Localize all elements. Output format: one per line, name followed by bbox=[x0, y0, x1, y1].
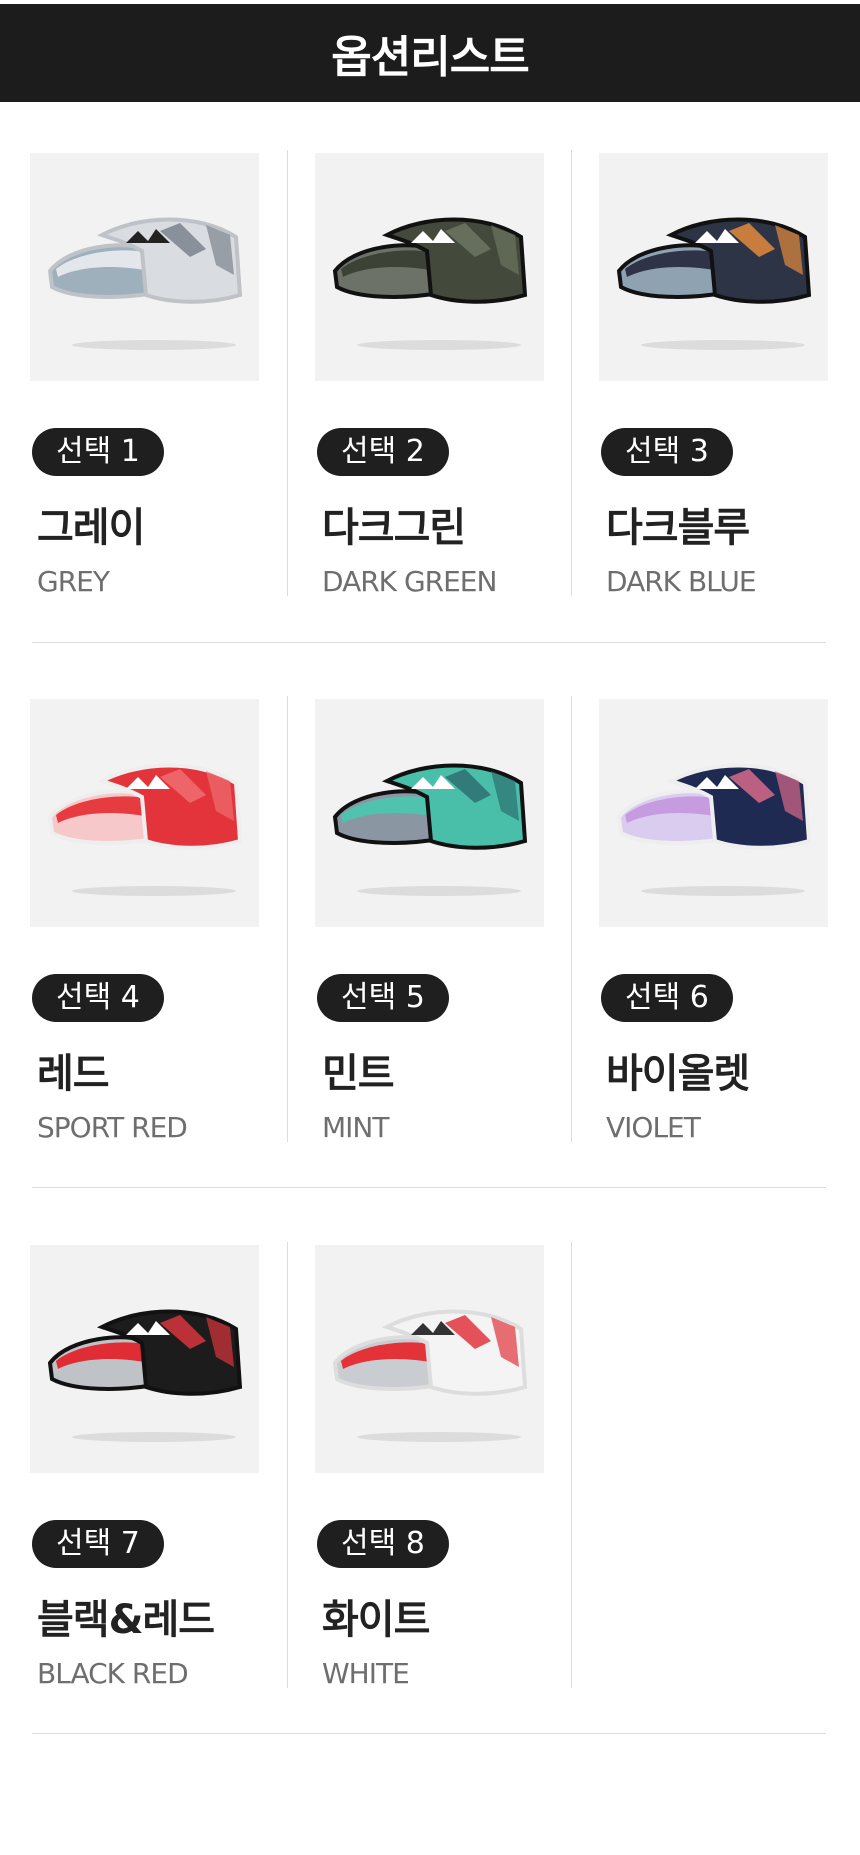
header-bar: 옵션리스트 bbox=[0, 4, 860, 102]
option-name-english: DARK GREEN bbox=[322, 565, 497, 598]
option-name-english: BLACK RED bbox=[37, 1657, 189, 1690]
option-name-korean: 민트 bbox=[322, 1051, 395, 1097]
option-card[interactable]: 선택 7 블랙&레드 BLACK RED bbox=[30, 1245, 260, 1705]
option-badge: 선택 4 bbox=[32, 974, 164, 1022]
page-title: 옵션리스트 bbox=[331, 32, 529, 83]
option-name-korean: 그레이 bbox=[37, 505, 145, 551]
product-image bbox=[30, 153, 259, 381]
column-divider bbox=[287, 150, 288, 596]
column-divider bbox=[287, 1242, 288, 1688]
row-divider bbox=[32, 1187, 826, 1188]
option-badge: 선택 6 bbox=[601, 974, 733, 1022]
option-name-korean: 블랙&레드 bbox=[37, 1597, 215, 1643]
visor-illustration bbox=[47, 1309, 243, 1442]
option-name-korean: 화이트 bbox=[322, 1597, 430, 1643]
option-card[interactable]: 선택 4 레드 SPORT RED bbox=[30, 699, 260, 1159]
visor-illustration bbox=[47, 763, 243, 896]
row-divider bbox=[32, 1733, 826, 1734]
option-card[interactable]: 선택 3 다크블루 DARK BLUE bbox=[599, 153, 829, 613]
visor-illustration bbox=[616, 217, 812, 350]
visor-illustration bbox=[616, 763, 812, 896]
product-image bbox=[315, 1245, 544, 1473]
column-divider bbox=[287, 696, 288, 1142]
option-badge: 선택 2 bbox=[317, 428, 449, 476]
visor-illustration bbox=[47, 217, 243, 350]
option-card[interactable]: 선택 6 바이올렛 VIOLET bbox=[599, 699, 829, 1159]
option-badge: 선택 3 bbox=[601, 428, 733, 476]
option-badge: 선택 7 bbox=[32, 1520, 164, 1568]
option-badge: 선택 5 bbox=[317, 974, 449, 1022]
option-name-english: DARK BLUE bbox=[606, 565, 757, 598]
option-name-korean: 바이올렛 bbox=[606, 1051, 750, 1097]
option-card[interactable]: 선택 1 그레이 GREY bbox=[30, 153, 260, 613]
column-divider bbox=[571, 150, 572, 596]
option-name-english: SPORT RED bbox=[37, 1111, 188, 1144]
product-image bbox=[599, 153, 828, 381]
visor-illustration bbox=[332, 1309, 528, 1442]
option-name-english: WHITE bbox=[322, 1657, 410, 1690]
option-card[interactable]: 선택 2 다크그린 DARK GREEN bbox=[315, 153, 545, 613]
product-image bbox=[599, 699, 828, 927]
product-image bbox=[30, 699, 259, 927]
row-divider bbox=[32, 642, 826, 643]
column-divider bbox=[571, 696, 572, 1142]
product-image bbox=[30, 1245, 259, 1473]
option-name-korean: 레드 bbox=[37, 1051, 110, 1097]
option-name-korean: 다크그린 bbox=[322, 505, 466, 551]
product-image bbox=[315, 699, 544, 927]
option-badge: 선택 8 bbox=[317, 1520, 449, 1568]
option-name-english: GREY bbox=[37, 565, 110, 598]
visor-illustration bbox=[332, 217, 528, 350]
product-image bbox=[315, 153, 544, 381]
column-divider bbox=[571, 1242, 572, 1688]
option-name-english: VIOLET bbox=[606, 1111, 701, 1144]
option-card[interactable]: 선택 8 화이트 WHITE bbox=[315, 1245, 545, 1705]
visor-illustration bbox=[332, 763, 528, 896]
option-name-english: MINT bbox=[322, 1111, 389, 1144]
option-card[interactable]: 선택 5 민트 MINT bbox=[315, 699, 545, 1159]
option-badge: 선택 1 bbox=[32, 428, 164, 476]
option-name-korean: 다크블루 bbox=[606, 505, 750, 551]
